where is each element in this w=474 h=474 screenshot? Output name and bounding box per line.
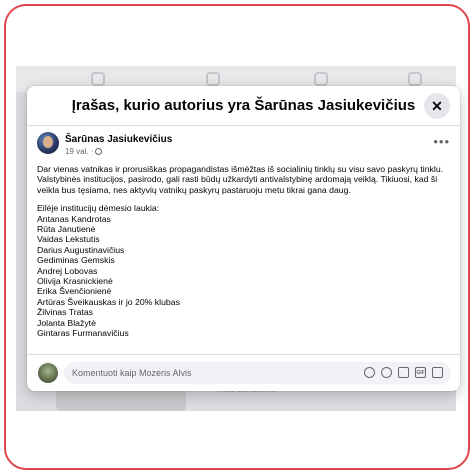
name-list-item: Gintaras Furmanavičius (37, 328, 129, 339)
comment-tools: GIF (364, 367, 443, 378)
comment-placeholder: Komentuoti kaip Mozeris Alvis (72, 368, 192, 378)
home-icon (91, 72, 105, 86)
name-list-item: Antanas Kandrotas (37, 213, 111, 224)
post-header: Šarūnas Jasiukevičius 19 val. · ••• (37, 132, 450, 160)
post-time[interactable]: 19 val. · (65, 147, 93, 156)
emoji-icon[interactable] (381, 367, 392, 378)
modal-title: Įrašas, kurio autorius yra Šarūnas Jasiu… (71, 97, 416, 114)
name-list-item: Erika Švenčionienė (37, 286, 112, 297)
modal-header: Įrašas, kurio autorius yra Šarūnas Jasiu… (27, 86, 460, 126)
gif-icon[interactable]: GIF (415, 367, 426, 378)
close-icon: ✕ (431, 97, 443, 114)
name-list-item: Vaidas Lekstutis (37, 234, 100, 245)
name-list-item: Olivija Krasnickienė (37, 276, 113, 287)
close-button[interactable]: ✕ (424, 93, 450, 119)
name-list-item: Rūta Janutienė (37, 224, 96, 235)
commenter-avatar[interactable] (38, 363, 58, 383)
more-options-button[interactable]: ••• (433, 134, 450, 149)
name-list-item: Žilvinas Tratas (37, 307, 94, 318)
video-icon (206, 72, 220, 86)
gaming-icon (408, 72, 422, 86)
name-list-item: Jolanta Blažytė (37, 317, 96, 328)
author-name[interactable]: Šarūnas Jasiukevičius (65, 134, 172, 145)
globe-icon (95, 148, 103, 155)
post-body: Dar vienas vatnikas ir prorusiškas propa… (37, 164, 447, 352)
name-list-item: Darius Augustinavičius (37, 244, 125, 255)
name-list-item: Artūras Šveikauskas ir jo 20% klubas (37, 296, 180, 307)
names-heading: Eilėje institucijų dėmesio laukia: (37, 203, 160, 214)
sticker-icon[interactable] (432, 367, 443, 378)
screenshot-frame: Rūta Janutienė Įrašas, kurio autorius yr… (4, 4, 470, 470)
post-meta: 19 val. · (65, 147, 103, 156)
groups-icon (314, 72, 328, 86)
name-list-item: Andrej Lobovas (37, 265, 98, 276)
comment-input[interactable]: Komentuoti kaip Mozeris Alvis GIF (64, 362, 451, 384)
avatar-sticker-icon[interactable] (364, 367, 375, 378)
avatar-face (43, 136, 53, 148)
author-avatar[interactable] (37, 132, 59, 154)
name-list-item: Gediminas Gemskis (37, 255, 115, 266)
post-paragraph: Dar vienas vatnikas ir prorusiškas propa… (37, 164, 444, 195)
comment-composer: Komentuoti kaip Mozeris Alvis GIF (27, 354, 460, 391)
camera-icon[interactable] (398, 367, 409, 378)
post-modal: Įrašas, kurio autorius yra Šarūnas Jasiu… (27, 86, 460, 391)
